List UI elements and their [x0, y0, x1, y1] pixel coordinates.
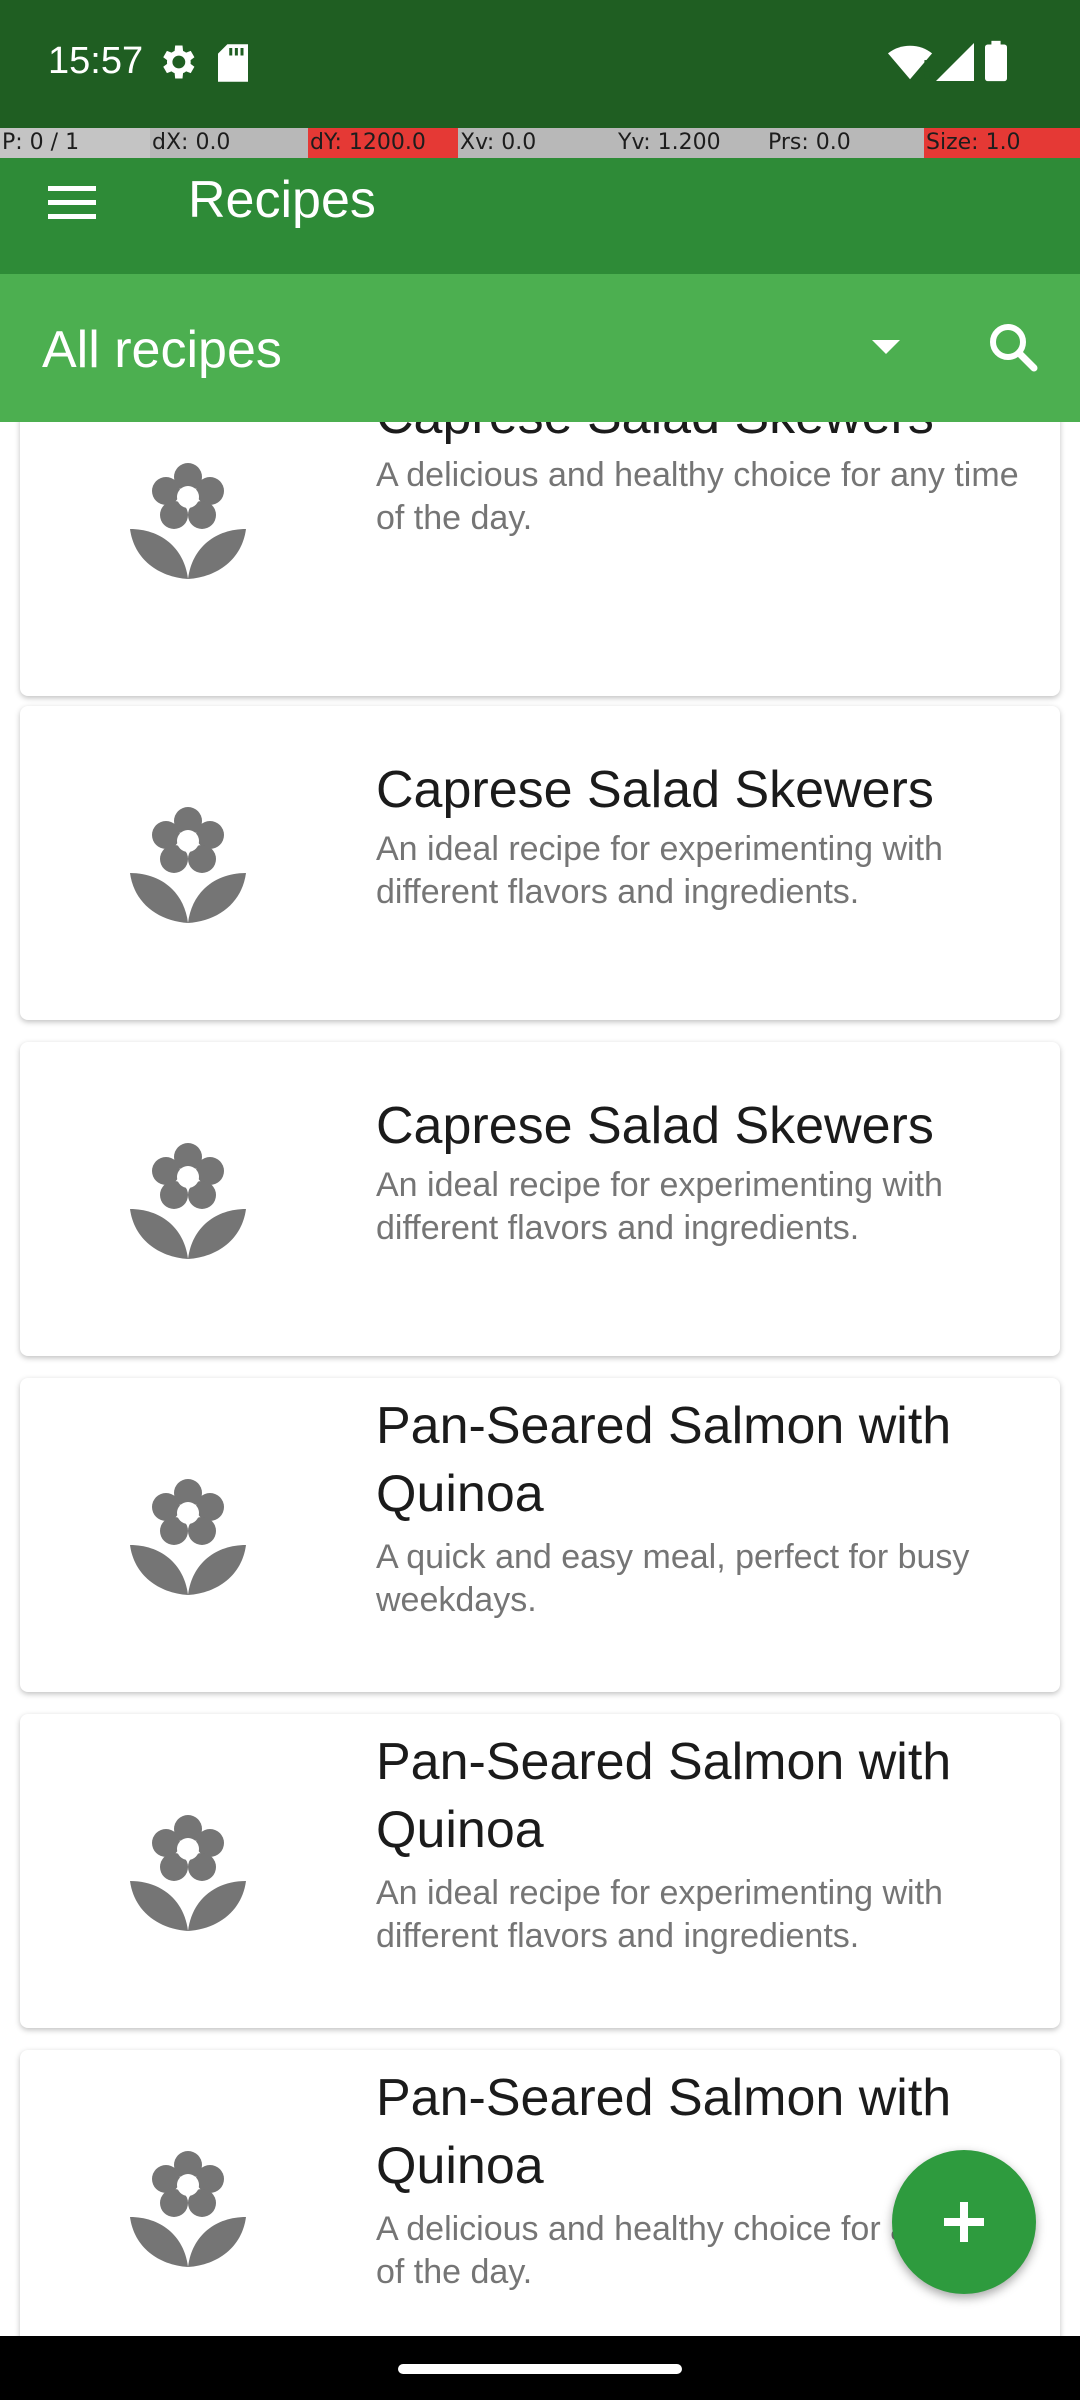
- app-bar: [0, 158, 1080, 274]
- status-time: 15:57: [48, 40, 144, 82]
- battery-icon: [985, 40, 1007, 82]
- debug-yv: Yv: 1.200: [618, 130, 721, 155]
- search-icon[interactable]: [968, 304, 1062, 396]
- sd-card-icon: [218, 44, 248, 82]
- recipe-description: A quick and easy meal, perfect for busy …: [376, 1538, 970, 1619]
- add-recipe-button[interactable]: [892, 2150, 1036, 2294]
- recipe-title: Caprese Salad Skewers: [376, 422, 1026, 450]
- debug-pressure: Prs: 0.0: [768, 130, 851, 155]
- recipe-card[interactable]: Pan-Seared Salmon with Quinoa A quick an…: [20, 1378, 1060, 1692]
- flower-icon: [130, 807, 246, 923]
- home-gesture-handle[interactable]: [398, 2364, 682, 2374]
- debug-size: Size: 1.0: [924, 128, 1080, 158]
- debug-dy: dY: 1200.0: [308, 128, 458, 158]
- debug-xv: Xv: 0.0: [460, 130, 537, 155]
- flower-icon: [130, 1815, 246, 1931]
- flower-icon: [130, 1143, 246, 1259]
- page-title: Recipes: [188, 171, 376, 229]
- plus-icon: [944, 2202, 984, 2242]
- recipe-description: An ideal recipe for experimenting with d…: [376, 1166, 943, 1247]
- pointer-debug-bar: P: 0 / 1 dX: 0.0 dY: 1200.0 Xv: 0.0 Yv: …: [0, 128, 1080, 158]
- recipe-title: Pan-Seared Salmon with Quinoa: [376, 1733, 952, 1859]
- recipe-card[interactable]: Caprese Salad Skewers An ideal recipe fo…: [20, 706, 1060, 1020]
- recipe-title: Pan-Seared Salmon with Quinoa: [376, 1397, 952, 1523]
- hamburger-menu-icon[interactable]: [40, 178, 104, 228]
- recipe-title: Caprese Salad Skewers: [376, 761, 934, 819]
- flower-icon: [130, 463, 246, 579]
- recipe-card[interactable]: Caprese Salad Skewers An ideal recipe fo…: [20, 1042, 1060, 1356]
- status-bar: 15:57: [0, 0, 1080, 128]
- debug-pointer: P: 0 / 1: [0, 128, 150, 158]
- recipe-description: An ideal recipe for experimenting with d…: [376, 830, 943, 911]
- gear-icon: [163, 45, 195, 79]
- recipe-card[interactable]: Pan-Seared Salmon with Quinoa An ideal r…: [20, 1714, 1060, 2028]
- flower-icon: [130, 1479, 246, 1595]
- recipe-card[interactable]: Caprese Salad Skewers A delicious and he…: [20, 422, 1060, 696]
- caret-down-icon: [872, 340, 900, 354]
- category-dropdown-label: All recipes: [42, 321, 282, 379]
- recipe-description: A delicious and healthy choice for any t…: [376, 456, 1019, 537]
- debug-dx: dX: 0.0: [152, 130, 231, 155]
- signal-icon: [936, 43, 974, 81]
- recipe-list[interactable]: Caprese Salad Skewers A delicious and he…: [0, 422, 1080, 2336]
- recipe-description: An ideal recipe for experimenting with d…: [376, 1874, 943, 1955]
- recipe-title: Caprese Salad Skewers: [376, 1097, 934, 1155]
- wifi-alert-icon: [888, 45, 933, 80]
- flower-icon: [130, 2151, 246, 2267]
